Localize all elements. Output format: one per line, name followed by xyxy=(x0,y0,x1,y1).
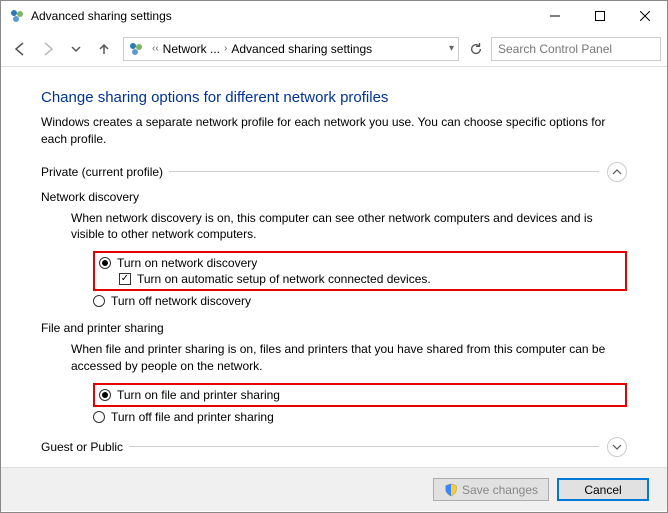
radio-icon xyxy=(93,411,105,423)
radio-icon xyxy=(93,295,105,307)
search-input[interactable]: Search Control Panel xyxy=(491,37,661,61)
save-changes-button[interactable]: Save changes xyxy=(433,478,549,501)
page-title: Change sharing options for different net… xyxy=(41,89,627,106)
checkbox-auto-setup-label: Turn on automatic setup of network conne… xyxy=(137,272,431,286)
network-discovery-heading: Network discovery xyxy=(41,190,627,204)
radio-nd-on-label: Turn on network discovery xyxy=(117,256,257,270)
up-button[interactable] xyxy=(91,36,117,62)
radio-nd-off[interactable]: Turn off network discovery xyxy=(93,293,627,309)
expand-guest-button[interactable] xyxy=(607,437,627,457)
radio-nd-on[interactable]: Turn on network discovery xyxy=(99,255,621,271)
radio-fp-on[interactable]: Turn on file and printer sharing xyxy=(99,387,621,403)
private-label: Private (current profile) xyxy=(41,165,163,179)
back-button[interactable] xyxy=(7,36,33,62)
highlight-file-printer: Turn on file and printer sharing xyxy=(93,383,627,407)
guest-label: Guest or Public xyxy=(41,440,123,454)
checkbox-icon xyxy=(119,273,131,285)
search-placeholder: Search Control Panel xyxy=(498,42,612,56)
chevron-right-icon: › xyxy=(224,43,227,54)
section-private-header: Private (current profile) xyxy=(41,162,627,182)
shield-icon xyxy=(444,483,458,497)
titlebar: Advanced sharing settings xyxy=(1,1,667,31)
intro-text: Windows creates a separate network profi… xyxy=(41,114,627,148)
main-content: Change sharing options for different net… xyxy=(1,67,667,467)
forward-button[interactable] xyxy=(35,36,61,62)
highlight-network-discovery: Turn on network discovery Turn on automa… xyxy=(93,251,627,291)
file-printer-heading: File and printer sharing xyxy=(41,321,627,335)
network-icon xyxy=(128,41,144,57)
breadcrumb-item-advanced[interactable]: Advanced sharing settings xyxy=(231,42,372,56)
save-button-label: Save changes xyxy=(462,483,538,497)
breadcrumb[interactable]: ‹‹ Network ... › Advanced sharing settin… xyxy=(123,37,459,61)
close-button[interactable] xyxy=(622,1,667,31)
checkbox-auto-setup[interactable]: Turn on automatic setup of network conne… xyxy=(119,271,621,287)
breadcrumb-dropdown-icon[interactable]: ▾ xyxy=(449,43,454,54)
minimize-button[interactable] xyxy=(532,1,577,31)
radio-icon xyxy=(99,257,111,269)
radio-nd-off-label: Turn off network discovery xyxy=(111,294,251,308)
chevron-left-icon: ‹‹ xyxy=(152,43,159,54)
network-discovery-desc: When network discovery is on, this compu… xyxy=(71,210,627,244)
section-guest-header: Guest or Public xyxy=(41,437,627,457)
window-title: Advanced sharing settings xyxy=(31,9,172,23)
radio-icon xyxy=(99,389,111,401)
radio-fp-on-label: Turn on file and printer sharing xyxy=(117,388,280,402)
collapse-private-button[interactable] xyxy=(607,162,627,182)
radio-fp-off[interactable]: Turn off file and printer sharing xyxy=(93,409,627,425)
app-icon xyxy=(9,8,25,24)
maximize-button[interactable] xyxy=(577,1,622,31)
footer: Save changes Cancel xyxy=(1,467,667,511)
cancel-button[interactable]: Cancel xyxy=(557,478,649,501)
history-dropdown[interactable] xyxy=(63,36,89,62)
cancel-button-label: Cancel xyxy=(584,483,621,497)
file-printer-desc: When file and printer sharing is on, fil… xyxy=(71,341,627,375)
breadcrumb-item-network[interactable]: Network ... xyxy=(163,42,220,56)
radio-fp-off-label: Turn off file and printer sharing xyxy=(111,410,274,424)
refresh-button[interactable] xyxy=(463,36,489,62)
navigation-bar: ‹‹ Network ... › Advanced sharing settin… xyxy=(1,31,667,67)
